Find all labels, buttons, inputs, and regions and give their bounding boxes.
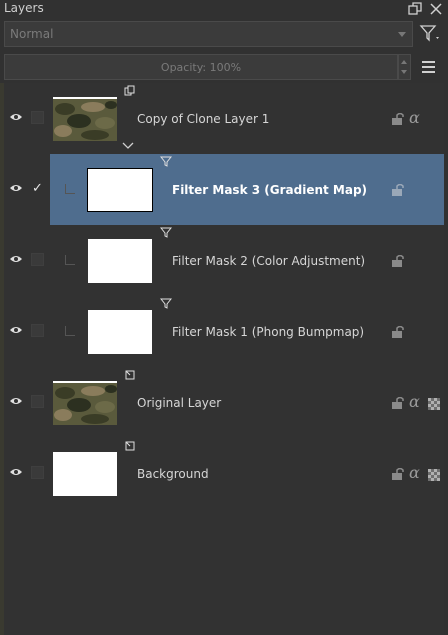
close-panel-icon[interactable] <box>428 1 444 17</box>
layer-name: Background <box>137 467 209 481</box>
visibility-eye-icon[interactable] <box>9 395 23 407</box>
filter-mask-icon <box>160 156 172 167</box>
blending-mode-value: Normal <box>10 27 54 41</box>
panel-titlebar: Layers <box>0 0 448 18</box>
clone-layer-icon <box>124 85 135 96</box>
layer-row[interactable]: Copy of Clone Layer 1 α <box>4 83 444 154</box>
layer-checkbox[interactable] <box>31 324 44 337</box>
layer-checkbox[interactable] <box>31 253 44 266</box>
layer-name: Filter Mask 1 (Phong Bumpmap) <box>172 325 365 339</box>
inherit-alpha-icon[interactable] <box>428 398 440 410</box>
visibility-eye-icon[interactable] <box>9 182 23 194</box>
blending-mode-select[interactable]: Normal <box>4 21 413 47</box>
unlocked-icon[interactable] <box>391 326 405 338</box>
visibility-eye-icon[interactable] <box>9 324 23 336</box>
panel-title: Layers <box>4 1 44 15</box>
chevron-down-icon <box>398 32 406 37</box>
unlocked-icon[interactable] <box>391 255 405 267</box>
opacity-spinner[interactable] <box>398 54 411 80</box>
layer-row[interactable]: Background α <box>4 438 444 509</box>
visibility-eye-icon[interactable] <box>9 466 23 478</box>
unlocked-icon[interactable] <box>391 468 405 480</box>
layer-name: Original Layer <box>137 396 222 410</box>
panel-menu-button[interactable] <box>420 58 438 76</box>
visibility-eye-icon[interactable] <box>9 253 23 265</box>
layer-row[interactable]: Original Layer α <box>4 367 444 438</box>
tree-connector <box>65 184 75 194</box>
alpha-lock-icon[interactable]: α <box>409 463 420 482</box>
layer-thumbnail <box>53 452 117 496</box>
layers-list: Copy of Clone Layer 1 α ✓ Filter Mask 3 … <box>4 83 444 635</box>
layer-thumbnail <box>53 97 117 141</box>
layer-name: Filter Mask 3 (Gradient Map) <box>172 183 368 197</box>
layer-checkbox[interactable] <box>31 466 44 479</box>
filter-mask-icon <box>160 298 172 309</box>
filter-mask-icon <box>160 227 172 238</box>
mask-thumbnail <box>88 239 152 283</box>
unlocked-icon[interactable] <box>391 397 405 409</box>
unlocked-icon[interactable] <box>391 184 405 196</box>
alpha-lock-icon[interactable]: α <box>409 108 420 127</box>
filter-icon[interactable] <box>418 23 442 45</box>
opacity-label: Opacity: 100% <box>160 61 242 74</box>
unlocked-icon[interactable] <box>391 113 405 125</box>
layer-name: Filter Mask 2 (Color Adjustment) <box>172 254 366 268</box>
mask-thumbnail <box>87 168 153 212</box>
chevron-down-icon[interactable] <box>122 142 134 150</box>
tree-connector <box>65 255 75 265</box>
layer-name: Copy of Clone Layer 1 <box>137 112 270 126</box>
layer-checkbox-checked[interactable]: ✓ <box>31 182 44 195</box>
opacity-slider[interactable]: Opacity: 100% <box>4 54 398 80</box>
paint-layer-icon <box>125 441 135 451</box>
alpha-lock-icon[interactable]: α <box>409 392 420 411</box>
layer-row[interactable]: ✓ Filter Mask 3 (Gradient Map) <box>4 154 444 225</box>
layer-row[interactable]: Filter Mask 2 (Color Adjustment) <box>4 225 444 296</box>
layer-row[interactable]: Filter Mask 1 (Phong Bumpmap) <box>4 296 444 367</box>
layer-thumbnail <box>53 381 117 425</box>
layer-checkbox[interactable] <box>31 111 44 124</box>
paint-layer-icon <box>125 370 135 380</box>
tree-connector <box>65 326 75 336</box>
layer-checkbox[interactable] <box>31 395 44 408</box>
visibility-eye-icon[interactable] <box>9 111 23 123</box>
mask-thumbnail <box>88 310 152 354</box>
spin-up-icon[interactable] <box>401 60 407 64</box>
inherit-alpha-icon[interactable] <box>428 469 440 481</box>
float-panel-icon[interactable] <box>407 1 423 17</box>
spin-down-icon[interactable] <box>401 70 407 74</box>
